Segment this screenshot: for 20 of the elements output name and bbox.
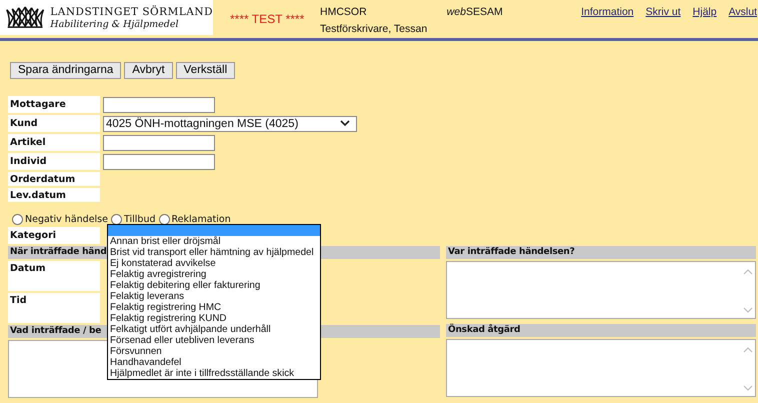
user-name: Testförskrivare, Tessan <box>320 23 428 35</box>
app-name: webSESAM <box>446 6 503 18</box>
field-label: Mottagare <box>8 96 100 113</box>
field-label: Kategori <box>8 227 100 244</box>
logo-subtitle: Habilitering & Hjälpmedel <box>50 18 180 30</box>
field-label: Datum <box>8 261 100 291</box>
field-label: Individ <box>8 153 100 170</box>
field-label: Tid <box>8 293 100 323</box>
test-label: **** TEST **** <box>230 12 306 26</box>
field-label: Kund <box>8 115 100 132</box>
section-heading: Önskad åtgärd <box>446 324 756 337</box>
radio-label: Negativ händelse <box>25 214 108 224</box>
radio-label: Reklamation <box>172 214 231 224</box>
system-code: HMCSOR <box>320 6 367 18</box>
radio-label: Tillbud <box>124 214 156 224</box>
field-label: Orderdatum <box>8 172 100 186</box>
section-heading: Var inträffade händelsen? <box>446 246 756 259</box>
logo-title: LANDSTINGET SÖRMLAND <box>50 6 213 18</box>
field-label: Artikel <box>8 134 100 151</box>
field-label: Lev.datum <box>8 188 100 202</box>
